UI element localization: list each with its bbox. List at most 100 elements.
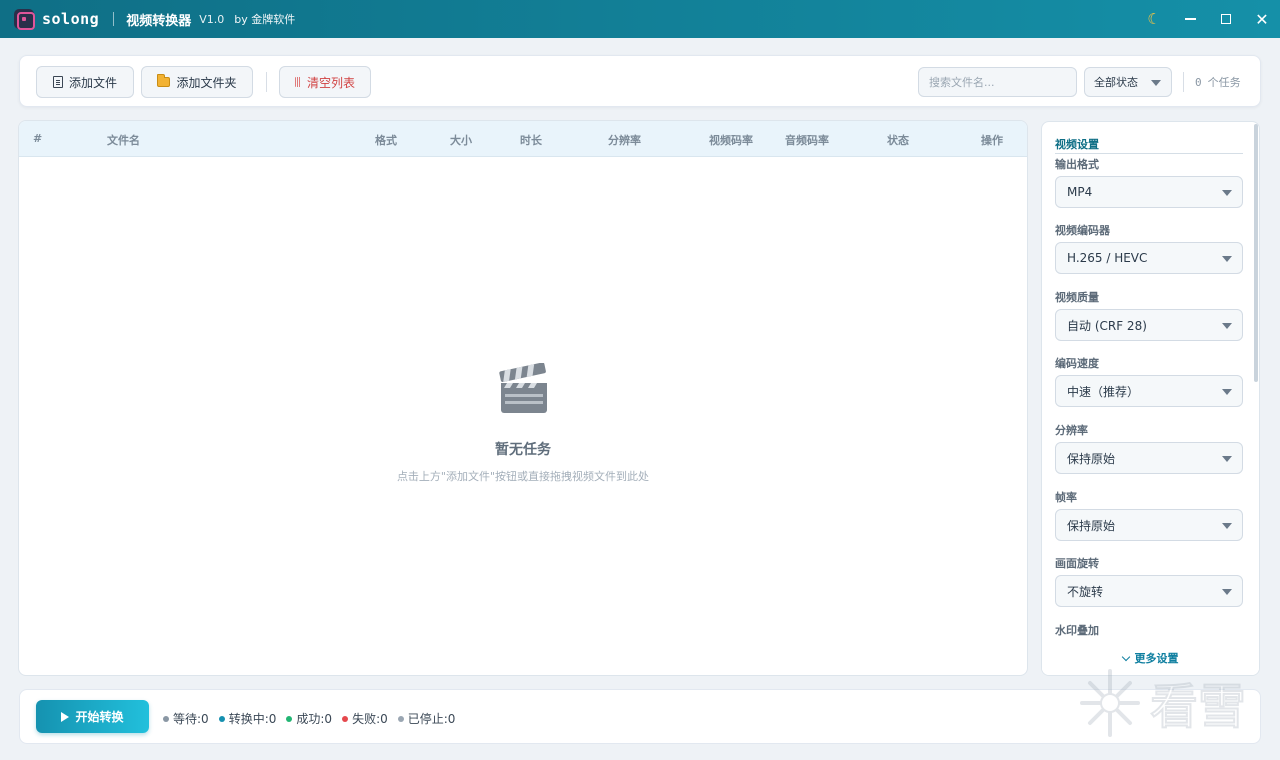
add-file-button[interactable]: 添加文件 [36,66,134,98]
rotation-value: 不旋转 [1067,584,1104,599]
clapperboard-icon [499,363,547,413]
frame-rate-label: 帧率 [1055,491,1077,504]
maximize-icon [1221,14,1231,24]
watermark-label: 水印叠加 [1055,624,1099,637]
encode-speed-value: 中速（推荐） [1067,384,1140,399]
column-header-video-bitrate: 视频码率 [709,134,753,147]
resolution-value: 保持原始 [1067,451,1116,466]
clear-list-button[interactable]: 清空列表 [279,66,371,98]
task-count-number: 0 [1195,76,1202,89]
resolution-label: 分辨率 [1055,424,1088,437]
status-dot-icon [286,715,293,722]
maximize-button[interactable] [1208,0,1244,38]
column-header-audio-bitrate: 音频码率 [785,134,829,147]
encode-speed-label: 编码速度 [1055,357,1099,370]
empty-state-title: 暂无任务 [495,442,551,458]
status-dot-icon [163,715,169,722]
task-count-unit: 个任务 [1207,76,1241,89]
column-header-format: 格式 [375,134,397,147]
status-filter-value: 全部状态 [1094,76,1138,89]
add-folder-button[interactable]: 添加文件夹 [141,66,253,98]
app-version: V1.0 [199,12,225,26]
play-icon [61,711,70,722]
more-settings-label: 更多设置 [1134,652,1179,665]
frame-rate-select[interactable]: 保持原始 [1055,509,1243,541]
chevron-down-icon [1222,389,1232,395]
toolbar-divider [1183,72,1184,92]
column-header-duration: 时长 [520,134,542,147]
minimize-button[interactable] [1172,0,1208,38]
start-convert-button[interactable]: 开始转换 [36,700,149,733]
rotation-select[interactable]: 不旋转 [1055,575,1243,607]
stat-success: 成功:0 [286,710,332,727]
clear-list-label: 清空列表 [306,75,355,90]
table-header: # 文件名 格式 大小 时长 分辨率 视频码率 音频码率 状态 操作 [19,121,1027,157]
add-folder-label: 添加文件夹 [176,75,237,90]
file-icon [52,76,63,88]
output-format-select[interactable]: MP4 [1055,176,1243,208]
output-format-value: MP4 [1067,185,1093,199]
encode-speed-select[interactable]: 中速（推荐） [1055,375,1243,407]
status-dot-icon [218,715,225,722]
chevron-down-icon [1222,256,1232,262]
moon-icon: ☾ [1147,10,1161,28]
stat-stopped: 已停止:0 [397,710,456,727]
column-header-size: 大小 [450,134,472,147]
task-table: # 文件名 格式 大小 时长 分辨率 视频码率 音频码率 状态 操作 暂无任务 … [18,120,1028,676]
brand-name: solong [42,10,100,28]
title-bar: solong 视频转换器 V1.0 by 金牌软件 ☾ ✕ [0,0,1280,38]
column-header-index: # [33,132,43,145]
column-header-filename: 文件名 [107,134,140,147]
title-divider [113,12,115,26]
video-encoder-label: 视频编码器 [1055,224,1110,237]
chevron-down-icon [1222,323,1232,329]
chevron-down-icon [1151,80,1161,86]
add-file-label: 添加文件 [68,75,117,90]
theme-toggle-button[interactable]: ☾ [1136,0,1172,38]
close-button[interactable]: ✕ [1244,0,1280,38]
stat-converting: 转换中:0 [218,710,277,727]
video-encoder-value: H.265 / HEVC [1067,251,1148,265]
task-count: 0 个任务 [1195,74,1241,90]
close-icon: ✕ [1255,9,1269,29]
output-format-label: 输出格式 [1055,158,1099,171]
status-dot-icon [397,715,404,722]
toolbar: 添加文件 添加文件夹 清空列表 全部状态 0 个任务 [19,55,1261,107]
status-dot-icon [342,715,349,722]
settings-scrollbar[interactable] [1254,124,1258,382]
stat-stopped-label: 已停止:0 [407,712,456,726]
settings-panel: 视频设置 输出格式 MP4 视频编码器 H.265 / HEVC 视频质量 自动… [1041,121,1260,676]
task-stats: 等待:0 转换中:0 成功:0 失败:0 已停止:0 [163,710,455,727]
empty-state-hint: 点击上方"添加文件"按钮或直接拖拽视频文件到此处 [396,470,650,483]
stat-waiting: 等待:0 [163,710,209,727]
stat-success-label: 成功:0 [296,712,333,726]
stat-waiting-label: 等待:0 [173,712,209,726]
chevron-down-icon [1222,456,1232,462]
app-author: by 金牌软件 [234,13,296,26]
chevron-down-icon [1222,523,1232,529]
app-name: 视频转换器 [126,13,192,29]
chevron-down-icon [1222,589,1232,595]
video-quality-value: 自动 (CRF 28) [1067,318,1147,333]
start-convert-label: 开始转换 [75,710,124,724]
trash-icon [294,77,301,87]
stat-converting-label: 转换中:0 [228,712,277,726]
status-filter-select[interactable]: 全部状态 [1084,67,1172,97]
resolution-select[interactable]: 保持原始 [1055,442,1243,474]
chevron-down-icon [1121,652,1130,661]
app-logo-icon [14,9,35,30]
column-header-status: 状态 [887,134,909,147]
toolbar-divider [266,72,267,92]
column-header-resolution: 分辨率 [608,134,641,147]
video-quality-label: 视频质量 [1055,291,1099,304]
column-header-actions: 操作 [981,134,1003,147]
video-quality-select[interactable]: 自动 (CRF 28) [1055,309,1243,341]
rotation-label: 画面旋转 [1055,557,1099,570]
settings-divider [1055,153,1243,154]
minimize-icon [1184,18,1196,20]
chevron-down-icon [1222,190,1232,196]
folder-icon [157,74,171,87]
search-input[interactable] [918,67,1077,97]
more-settings-button[interactable]: 更多设置 [1042,641,1259,675]
video-encoder-select[interactable]: H.265 / HEVC [1055,242,1243,274]
